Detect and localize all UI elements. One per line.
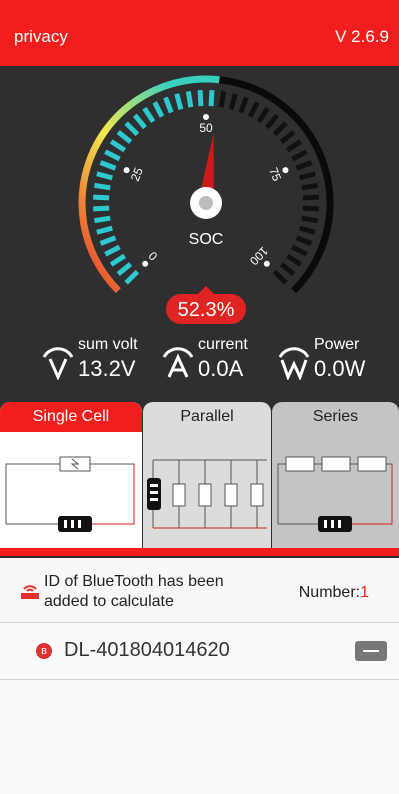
- series-diagram: [277, 456, 393, 532]
- series-tab[interactable]: Series: [272, 402, 399, 432]
- gauge-tick: [279, 129, 296, 144]
- gauge-tick: [279, 262, 296, 277]
- gauge-tick: [299, 225, 316, 235]
- gauge-tick: [124, 269, 140, 285]
- gauge-tick: [302, 205, 319, 212]
- gauge-tick: [116, 262, 133, 277]
- gauge-tick: [132, 113, 147, 130]
- gauge-tick: [295, 235, 313, 246]
- gauge-tick: [302, 194, 319, 201]
- gauge-tick: [295, 160, 313, 171]
- gauge-tick: [96, 225, 113, 235]
- gauge-tick: [285, 139, 303, 153]
- gauge-tick-dot: [282, 167, 289, 174]
- gauge-tick-label: 0: [146, 248, 161, 263]
- gauge-tick: [299, 171, 316, 181]
- parallel-mode[interactable]: Parallel: [143, 402, 271, 552]
- bluetooth-router-icon: [21, 585, 39, 599]
- device-row[interactable]: ʙ DL-401804014620: [0, 623, 399, 680]
- gauge-tick-dot: [123, 167, 130, 174]
- power-label: Power: [314, 336, 360, 353]
- sum-volt-label: sum volt: [78, 336, 138, 353]
- mode-selector: Single Cell Parallel Series: [0, 402, 399, 558]
- gauge-tick: [93, 205, 110, 212]
- power-value: 0.0W: [314, 356, 366, 381]
- gauge-tick: [124, 121, 140, 137]
- version-label: V 2.6.9: [335, 27, 389, 46]
- mode-underline: [0, 548, 399, 556]
- app-screen: privacy V 2.6.9 0255075100 SOC 52.3%: [0, 0, 399, 794]
- gauge-tick: [104, 149, 121, 162]
- bluetooth-icon: ʙ: [36, 643, 52, 659]
- soc-gauge-panel: 0255075100 SOC 52.3% sum volt 13.2V: [0, 66, 399, 402]
- gauge-tick: [174, 93, 184, 110]
- remove-device-button[interactable]: [355, 641, 387, 661]
- gauge-tick: [228, 93, 238, 110]
- gauge-tick: [104, 244, 121, 257]
- top-bar: privacy V 2.6.9: [0, 0, 399, 66]
- single-cell-tab[interactable]: Single Cell: [0, 402, 142, 432]
- gauge-tick: [218, 91, 227, 108]
- gauge-tick-label: 50: [199, 121, 213, 135]
- gauge-tick: [96, 171, 113, 181]
- empty-list-area: [0, 680, 399, 794]
- bluetooth-info-text: ID of BlueTooth has been added to calcul…: [44, 573, 224, 610]
- v-icon: [42, 347, 74, 380]
- soc-value: 52.3%: [178, 299, 235, 321]
- privacy-link[interactable]: privacy: [14, 27, 68, 47]
- device-name: DL-401804014620: [64, 639, 230, 661]
- gauge-tick-label: 25: [128, 165, 146, 183]
- gauge-tick: [301, 182, 318, 191]
- gauge-tick: [265, 113, 280, 130]
- single-cell-mode[interactable]: Single Cell: [0, 402, 142, 552]
- gauge-tick: [99, 160, 117, 171]
- gauge-tick-label: 75: [266, 166, 284, 184]
- parallel-diagram: [147, 459, 267, 529]
- current-label: current: [198, 336, 248, 353]
- soc-label: SOC: [189, 231, 224, 248]
- gauge-tick: [99, 235, 117, 246]
- gauge-tick: [109, 253, 127, 267]
- gauge-tick: [247, 101, 260, 118]
- gauge-tick: [94, 215, 111, 224]
- gauge-tick: [185, 91, 194, 108]
- current-value: 0.0A: [198, 356, 244, 381]
- gauge-tick: [109, 139, 127, 153]
- bluetooth-info-bar: ID of BlueTooth has been added to calcul…: [0, 558, 399, 623]
- gauge-tick: [152, 101, 165, 118]
- gauge-tick: [197, 90, 204, 107]
- gauge-tick-dot: [203, 114, 209, 120]
- a-icon: [162, 347, 194, 378]
- gauge-tick: [291, 149, 308, 162]
- number-label: Number:: [298, 584, 361, 601]
- gauge-tick: [94, 182, 111, 191]
- sum-volt-value: 13.2V: [78, 356, 136, 381]
- gauge-tick-dot: [263, 260, 270, 267]
- gauge-tick: [291, 244, 308, 257]
- series-mode[interactable]: Series: [272, 402, 399, 552]
- gauge-tick: [208, 90, 215, 107]
- parallel-tab[interactable]: Parallel: [143, 402, 271, 432]
- gauge-tick-dot: [142, 260, 149, 267]
- gauge-hub-center: [199, 196, 213, 210]
- number-value: 1: [360, 584, 369, 601]
- gauge-tick: [272, 269, 288, 285]
- gauge-tick: [142, 106, 156, 124]
- gauge-tick: [285, 253, 303, 267]
- w-icon: [278, 347, 310, 380]
- gauge-tick: [163, 96, 174, 114]
- gauge-tick: [301, 215, 318, 224]
- bluetooth-count: Number:1: [299, 584, 369, 602]
- gauge-tick: [93, 194, 110, 201]
- gauge-tick: [238, 96, 249, 114]
- single-cell-diagram: [5, 456, 135, 532]
- gauge-tick: [116, 129, 133, 144]
- gauge-tick: [256, 106, 270, 124]
- gauge-tick: [272, 121, 288, 137]
